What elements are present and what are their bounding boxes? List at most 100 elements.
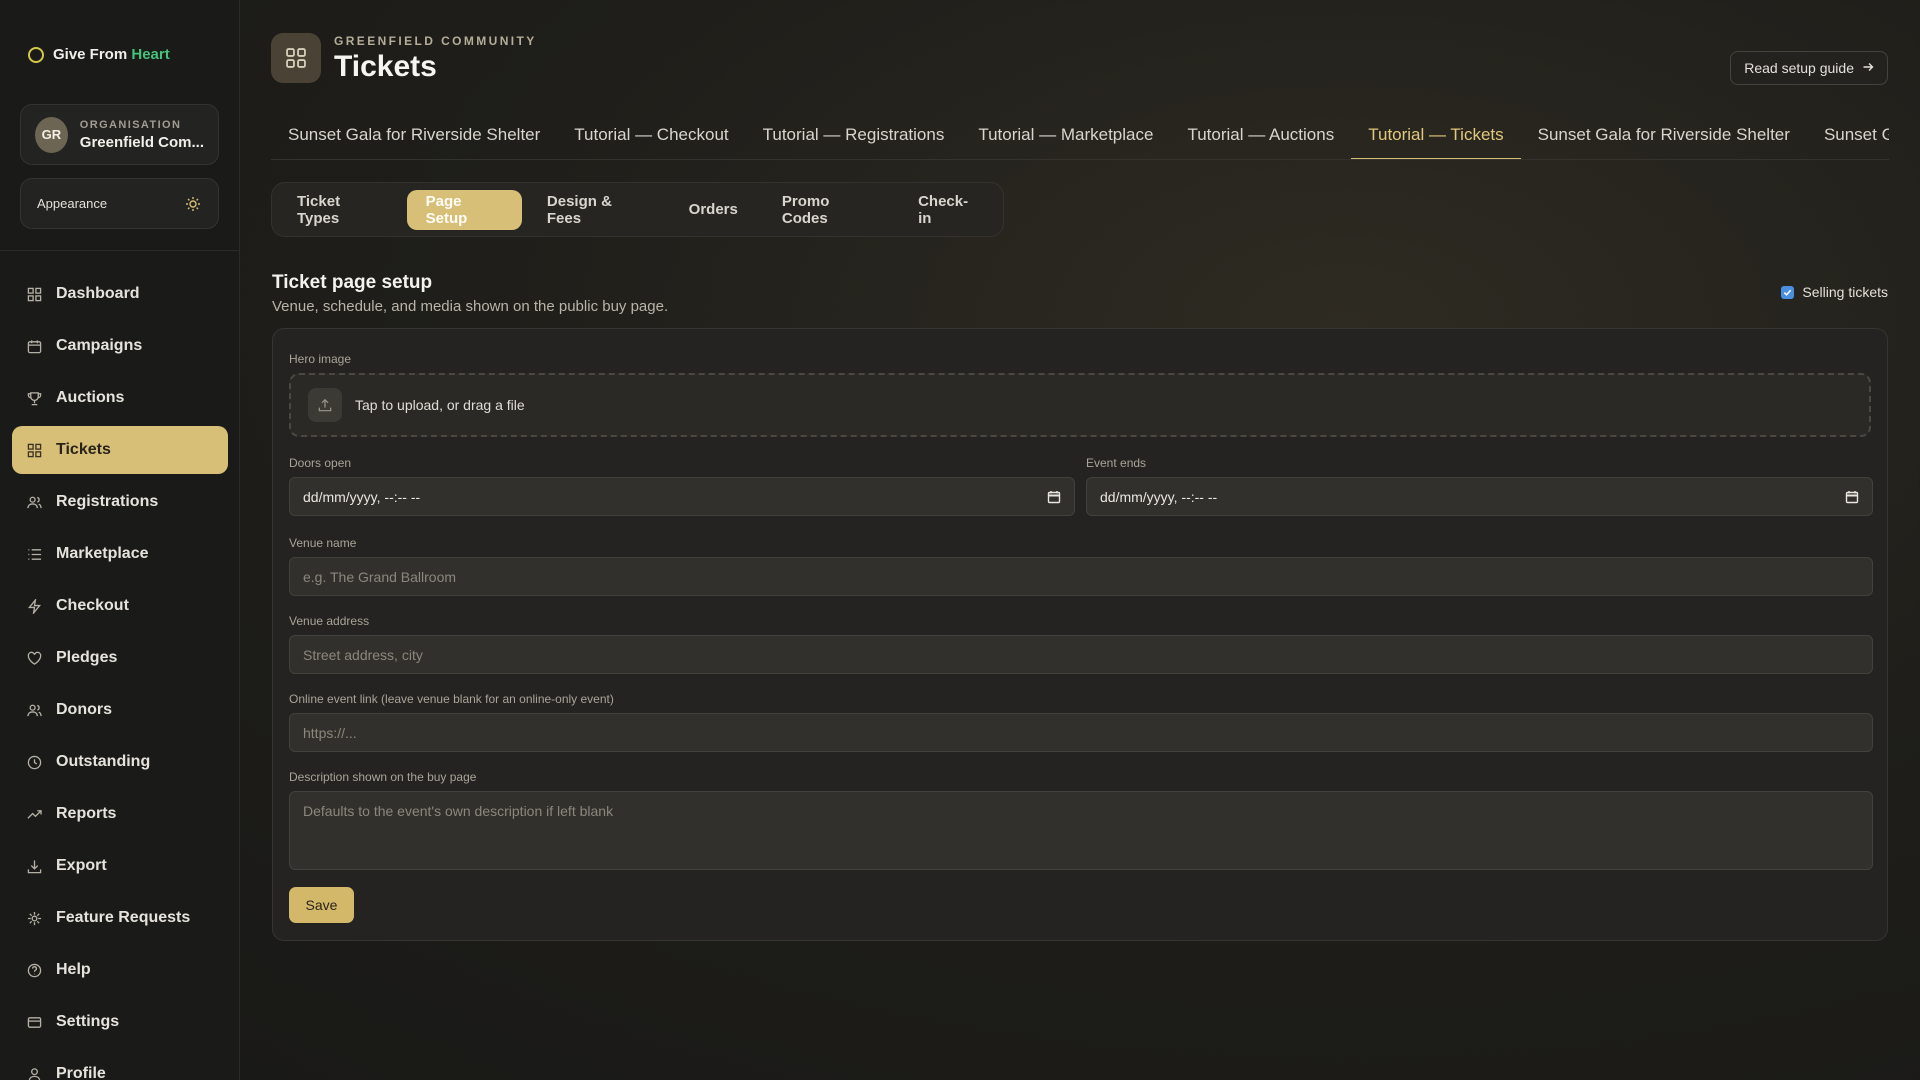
sidebar-item-help[interactable]: Help bbox=[12, 946, 228, 994]
sidebar-item-label: Outstanding bbox=[56, 753, 151, 770]
sidebar-item-marketplace[interactable]: Marketplace bbox=[12, 530, 228, 578]
org-name: Greenfield Com... bbox=[79, 133, 204, 151]
clock-icon bbox=[26, 754, 42, 770]
appearance-toggle[interactable]: Appearance bbox=[20, 178, 219, 229]
selling-tickets-checkbox[interactable] bbox=[1781, 285, 1795, 299]
card-icon bbox=[26, 1014, 42, 1030]
tab-design-fees[interactable]: Design & Fees bbox=[528, 190, 664, 230]
event-tab[interactable]: Tutorial — Checkout bbox=[557, 115, 745, 159]
download-icon bbox=[26, 858, 42, 874]
venue-address-input[interactable]: Street address, city bbox=[289, 635, 1873, 674]
page-setup-card: Hero image Tap to upload, or drag a file… bbox=[272, 328, 1888, 941]
save-button[interactable]: Save bbox=[289, 887, 354, 923]
bolt-icon bbox=[26, 598, 42, 614]
heart-icon bbox=[26, 650, 42, 666]
org-switcher[interactable]: GR ORGANISATION Greenfield Com... bbox=[20, 104, 219, 165]
org-label: ORGANISATION bbox=[79, 118, 182, 131]
event-tab[interactable]: Sunset Gala for Riverside Shelter bbox=[1521, 115, 1807, 159]
sidebar-item-auctions[interactable]: Auctions bbox=[12, 374, 228, 422]
sidebar-item-registrations[interactable]: Registrations bbox=[12, 478, 228, 526]
sidebar-item-donors[interactable]: Donors bbox=[12, 686, 228, 734]
users-icon bbox=[26, 494, 42, 510]
trend-icon bbox=[26, 806, 42, 822]
dashboard-icon bbox=[26, 286, 42, 302]
tickets-page-icon bbox=[271, 33, 321, 83]
page-title: Tickets bbox=[334, 50, 437, 83]
sidebar-item-pledges[interactable]: Pledges bbox=[12, 634, 228, 682]
tab-check-in[interactable]: Check-in bbox=[899, 190, 997, 230]
sidebar-item-profile[interactable]: Profile bbox=[12, 1050, 228, 1080]
sidebar-item-tickets[interactable]: Tickets bbox=[12, 426, 228, 474]
venue-name-input[interactable]: e.g. The Grand Ballroom bbox=[289, 557, 1873, 596]
upload-icon bbox=[308, 388, 342, 422]
sidebar-item-label: Profile bbox=[56, 1065, 106, 1080]
event-ends-label: Event ends bbox=[1086, 456, 1147, 470]
tab-promo-codes[interactable]: Promo Codes bbox=[763, 190, 893, 230]
tab-orders[interactable]: Orders bbox=[670, 190, 757, 230]
doors-open-input[interactable]: dd/mm/yyyy, --:-- -- bbox=[289, 477, 1075, 516]
doors-open-value: dd/mm/yyyy, --:-- -- bbox=[303, 488, 421, 505]
sidebar-item-feature-requests[interactable]: Feature Requests bbox=[12, 894, 228, 942]
sidebar-item-label: Marketplace bbox=[56, 545, 149, 562]
tab-page-setup[interactable]: Page Setup bbox=[406, 189, 522, 230]
sidebar-item-campaigns[interactable]: Campaigns bbox=[12, 322, 228, 370]
event-tab[interactable]: Sunset Gala for Riverside Shelter bbox=[271, 115, 557, 159]
sidebar-nav: Dashboard Campaigns Auctions Tickets Reg… bbox=[12, 270, 228, 1080]
sidebar-item-label: Feature Requests bbox=[56, 909, 191, 926]
doors-open-label: Doors open bbox=[289, 456, 352, 470]
read-setup-guide-button[interactable]: Read setup guide bbox=[1730, 51, 1888, 85]
hero-image-label: Hero image bbox=[289, 352, 352, 366]
spark-icon bbox=[26, 910, 42, 926]
sidebar-item-label: Auctions bbox=[56, 389, 125, 406]
upload-text: Tap to upload, or drag a file bbox=[355, 397, 525, 413]
tickets-icon bbox=[26, 442, 42, 458]
description-textarea[interactable]: Defaults to the event's own description … bbox=[289, 791, 1873, 870]
sidebar: Give From Heart GR ORGANISATION Greenfie… bbox=[0, 0, 240, 1080]
org-eyebrow: GREENFIELD COMMUNITY bbox=[334, 34, 537, 48]
org-avatar: GR bbox=[35, 116, 68, 153]
calendar-picker-icon[interactable] bbox=[1845, 490, 1859, 504]
section-title: Ticket page setup bbox=[272, 272, 433, 293]
guide-button-label: Read setup guide bbox=[1744, 60, 1854, 76]
selling-tickets-label: Selling tickets bbox=[1802, 284, 1888, 300]
sidebar-item-label: Registrations bbox=[56, 493, 159, 510]
appearance-label: Appearance bbox=[37, 196, 108, 211]
sidebar-item-label: Help bbox=[56, 961, 91, 978]
venue-address-label: Venue address bbox=[289, 614, 370, 628]
help-icon bbox=[26, 962, 42, 978]
sidebar-item-label: Campaigns bbox=[56, 337, 143, 354]
sidebar-item-reports[interactable]: Reports bbox=[12, 790, 228, 838]
event-tabs: Sunset Gala for Riverside Shelter Tutoria… bbox=[271, 115, 1889, 160]
brand-logo[interactable]: Give From Heart bbox=[28, 46, 170, 63]
event-tab[interactable]: Sunset G bbox=[1807, 115, 1889, 159]
calendar-icon bbox=[26, 338, 42, 354]
arrow-right-icon bbox=[1862, 60, 1874, 76]
donors-icon bbox=[26, 702, 42, 718]
sidebar-item-dashboard[interactable]: Dashboard bbox=[12, 270, 228, 318]
hero-image-upload[interactable]: Tap to upload, or drag a file bbox=[289, 373, 1871, 437]
brand-name: Give From Heart bbox=[53, 46, 170, 63]
profile-icon bbox=[26, 1066, 42, 1080]
sidebar-item-label: Pledges bbox=[56, 649, 118, 666]
event-tab[interactable]: Tutorial — Marketplace bbox=[961, 115, 1170, 159]
event-ends-input[interactable]: dd/mm/yyyy, --:-- -- bbox=[1086, 477, 1873, 516]
tab-ticket-types[interactable]: Ticket Types bbox=[278, 190, 401, 230]
calendar-picker-icon[interactable] bbox=[1047, 490, 1061, 504]
online-link-input[interactable]: https://... bbox=[289, 713, 1873, 752]
sidebar-item-label: Export bbox=[56, 857, 107, 874]
sidebar-item-label: Tickets bbox=[56, 441, 111, 458]
sidebar-item-label: Checkout bbox=[56, 597, 129, 614]
sidebar-item-export[interactable]: Export bbox=[12, 842, 228, 890]
brand-ring-icon bbox=[28, 46, 44, 63]
sidebar-item-label: Reports bbox=[56, 805, 117, 822]
sub-tabs: Ticket Types Page Setup Design & Fees Or… bbox=[271, 182, 1004, 237]
sidebar-item-outstanding[interactable]: Outstanding bbox=[12, 738, 228, 786]
event-tab[interactable]: Tutorial — Registrations bbox=[746, 115, 962, 159]
sidebar-item-settings[interactable]: Settings bbox=[12, 998, 228, 1046]
event-tab[interactable]: Tutorial — Auctions bbox=[1170, 115, 1351, 159]
sidebar-item-checkout[interactable]: Checkout bbox=[12, 582, 228, 630]
event-tab-active[interactable]: Tutorial — Tickets bbox=[1351, 115, 1522, 159]
selling-tickets-toggle[interactable]: Selling tickets bbox=[1781, 284, 1888, 300]
sun-icon[interactable] bbox=[184, 195, 202, 213]
main-content: GREENFIELD COMMUNITY Tickets Read setup … bbox=[240, 0, 1920, 1080]
